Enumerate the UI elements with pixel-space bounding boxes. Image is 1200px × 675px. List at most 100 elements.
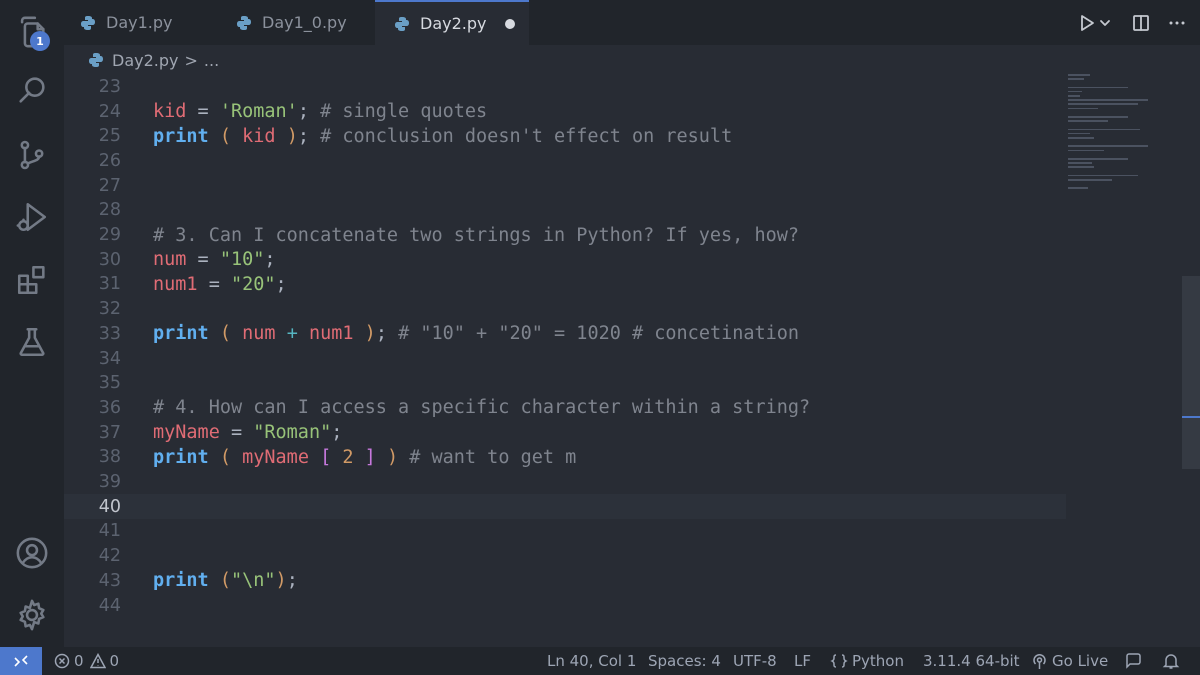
code-line[interactable]: 34	[64, 346, 1066, 371]
tab-label: Day2.py	[420, 14, 487, 33]
line-code: print ( kid ); # conclusion doesn't effe…	[153, 126, 732, 147]
error-icon	[54, 653, 70, 669]
indentation-button[interactable]: Spaces: 4	[648, 647, 721, 675]
feedback-icon	[1126, 653, 1141, 669]
braces-icon	[830, 654, 848, 668]
account-icon[interactable]	[12, 533, 52, 573]
code-line[interactable]: 30 num = "10";	[64, 247, 1066, 272]
code-token: )	[364, 323, 376, 345]
extensions-icon[interactable]	[12, 260, 52, 300]
run-dropdown-button[interactable]	[1096, 8, 1114, 38]
code-line[interactable]: 35	[64, 371, 1066, 396]
problems-button[interactable]: 0 0	[54, 647, 119, 675]
code-token: =	[186, 249, 220, 271]
settings-gear-icon[interactable]	[12, 595, 52, 635]
minimap-line	[1068, 107, 1098, 110]
code-line[interactable]: 26	[64, 149, 1066, 174]
minimap-line	[1068, 166, 1094, 168]
breadcrumb-file[interactable]: Day2.py	[112, 51, 178, 70]
code-line[interactable]: 25 print ( kid ); # conclusion doesn't ef…	[64, 124, 1066, 149]
testing-icon[interactable]	[12, 322, 52, 362]
code-line[interactable]: 24 kid = 'Roman'; # single quotes	[64, 99, 1066, 124]
line-number: 29	[98, 225, 121, 246]
minimap[interactable]	[1068, 70, 1178, 200]
split-editor-button[interactable]	[1126, 8, 1156, 38]
minimap-line	[1068, 103, 1138, 105]
source-control-icon[interactable]	[12, 135, 52, 175]
remote-indicator-button[interactable]	[0, 647, 42, 675]
minimap-line	[1068, 95, 1080, 97]
code-line[interactable]: 23	[64, 75, 1066, 99]
go-live-button[interactable]: Go Live	[1031, 647, 1108, 675]
code-token: num1	[153, 273, 198, 295]
line-number: 39	[98, 472, 121, 493]
eol-button[interactable]: LF	[794, 647, 811, 675]
line-number: 30	[98, 249, 121, 270]
notifications-button[interactable]	[1162, 647, 1184, 675]
code-token: (	[219, 125, 231, 147]
line-code: num = "10";	[153, 249, 276, 270]
code-line[interactable]: 33 print ( num + num1 ); # "10" + "20" = …	[64, 322, 1066, 347]
language-label: Python	[852, 652, 904, 670]
code-token: ;	[275, 273, 287, 295]
breadcrumb-symbols[interactable]: ...	[204, 51, 219, 70]
code-token: =	[197, 273, 231, 295]
tab-day1-0[interactable]: Day1_0.py	[216, 0, 374, 45]
code-line[interactable]: 29 # 3. Can I concatenate two strings in …	[64, 223, 1066, 248]
encoding-button[interactable]: UTF-8	[733, 647, 777, 675]
line-code: print ( num + num1 ); # "10" + "20" = 10…	[153, 323, 799, 344]
code-token: )	[386, 446, 399, 468]
code-line[interactable]: 44	[64, 593, 1066, 618]
go-live-label: Go Live	[1052, 652, 1109, 670]
code-line[interactable]: 36 # 4. How can I access a specific chara…	[64, 396, 1066, 421]
explorer-badge: 1	[30, 31, 50, 51]
line-code: # 4. How can I access a specific charact…	[153, 397, 810, 418]
minimap-line	[1068, 90, 1082, 93]
code-token: # want to get m	[409, 446, 577, 468]
more-actions-button[interactable]	[1162, 8, 1192, 38]
line-code: # 3. Can I concatenate two strings in Py…	[153, 225, 799, 246]
unsaved-dot-icon[interactable]	[505, 19, 515, 29]
code-line[interactable]: 31 num1 = "20";	[64, 272, 1066, 297]
code-token: myName	[242, 446, 309, 468]
code-token: ;	[264, 249, 276, 271]
run-debug-icon[interactable]	[12, 197, 52, 237]
line-number: 28	[98, 200, 121, 221]
language-mode-button[interactable]: Python	[830, 647, 904, 675]
code-token: (	[219, 323, 231, 345]
feedback-button[interactable]	[1124, 647, 1146, 675]
search-icon[interactable]	[12, 70, 52, 110]
line-number: 31	[98, 274, 121, 295]
code-line[interactable]: 40	[64, 494, 1066, 520]
python-file-icon	[395, 16, 409, 31]
code-line[interactable]: 27	[64, 173, 1066, 198]
code-line[interactable]: 41	[64, 519, 1066, 544]
code-line[interactable]: 37 myName = "Roman";	[64, 420, 1066, 445]
tab-day2[interactable]: Day2.py	[375, 0, 529, 45]
tab-day1[interactable]: Day1.py	[64, 0, 216, 45]
code-line[interactable]: 32	[64, 297, 1066, 322]
cursor-position-button[interactable]: Ln 40, Col 1	[547, 647, 636, 675]
line-code: myName = "Roman";	[153, 422, 342, 443]
code-token: ;	[331, 422, 343, 444]
interpreter-button[interactable]: 3.11.4 64-bit	[923, 647, 1020, 675]
code-line[interactable]: 43 print ("\n");	[64, 569, 1066, 594]
code-line[interactable]: 28	[64, 198, 1066, 223]
code-token: ;	[297, 101, 321, 123]
code-line[interactable]: 39	[64, 470, 1066, 495]
code-editor[interactable]: 23 24 kid = 'Roman'; # single quotes 25 prin…	[64, 75, 1066, 647]
line-number: 43	[98, 570, 121, 591]
code-line[interactable]: 42	[64, 544, 1066, 569]
activity-bar: 1	[0, 0, 64, 647]
line-number: 25	[98, 126, 121, 147]
code-line[interactable]: 38 print ( myName [ 2 ] ) # want to get m	[64, 445, 1066, 470]
code-token: =	[186, 101, 220, 123]
vertical-scrollbar[interactable]	[1182, 276, 1200, 469]
